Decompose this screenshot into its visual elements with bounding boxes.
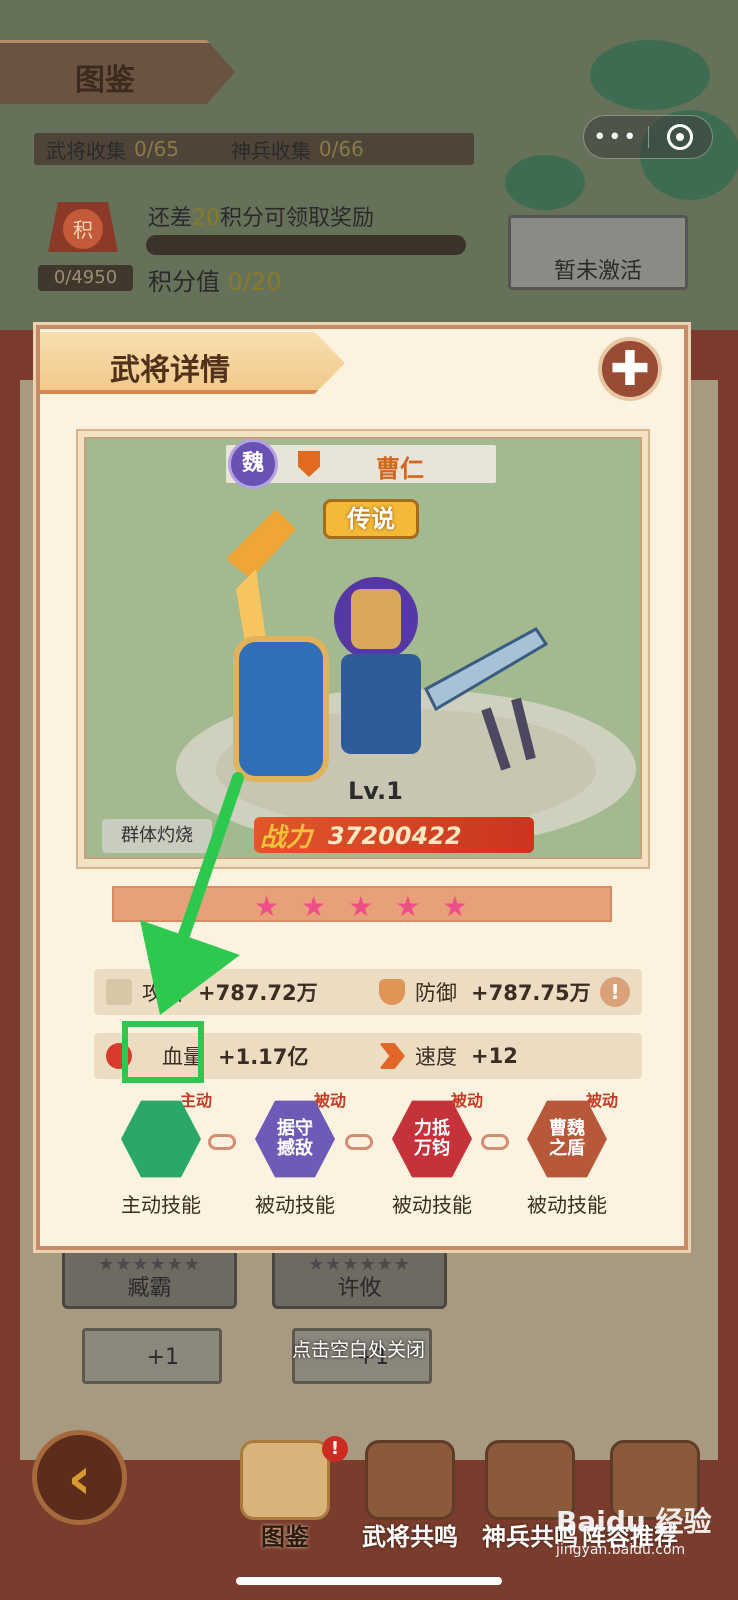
reward-progress-bar (146, 235, 466, 255)
nav-item-general-resonance[interactable]: 武将共鸣 (355, 1440, 465, 1551)
chain-icon (481, 1134, 509, 1150)
mini-program-capsule: ••• (583, 115, 713, 159)
generals-label: 武将收集 (46, 138, 126, 163)
points-label: 积分值 (148, 268, 220, 296)
stat-value: +787.75万 (471, 981, 591, 1005)
stat-label: 防御 (415, 981, 457, 1005)
bg-hero-card: ★★★★★★ 许攸 (272, 1245, 447, 1309)
bg-plus-box: +1 (82, 1328, 222, 1384)
watermark-brand: Baidu 经验 (556, 1505, 712, 1538)
score-count: 0/4950 (38, 265, 133, 291)
nav-item-codex[interactable]: ! 图鉴 (230, 1436, 348, 1551)
skill-label: 被动技能 (255, 1193, 335, 1217)
page-title-ribbon: 图鉴 (0, 40, 235, 104)
close-button[interactable]: ✚ (598, 337, 662, 401)
codex-icon (240, 1440, 330, 1520)
star-icons: ★★★★★ (254, 890, 490, 923)
skill-passive-2[interactable]: 被动 力抵 万钧 被动技能 (377, 1091, 487, 1218)
rarity-badge: 传说 (323, 499, 419, 539)
modal-title-ribbon: 武将详情 (40, 332, 345, 394)
reward-text: 还差20积分可领取奖励 (148, 200, 374, 232)
reward-points: 20 (192, 206, 221, 231)
bg-card-name: 臧霸 (127, 1276, 172, 1301)
stat-label: 速度 (415, 1045, 457, 1069)
nav-label: 武将共鸣 (362, 1523, 458, 1551)
skill-active-icon (121, 1100, 201, 1178)
collection-bar: 武将收集 0/65 神兵收集 0/66 (34, 133, 474, 165)
bg-decor (505, 155, 585, 210)
page-title: 图鉴 (75, 63, 135, 98)
bg-plus-value: +1 (146, 1345, 179, 1370)
stat-value: +12 (471, 1044, 518, 1068)
score-badge-char: 积 (73, 218, 93, 242)
power-value: 37200422 (328, 822, 462, 850)
skill-passive-icon: 力抵 万钧 (392, 1100, 472, 1178)
power-label: 战力 (260, 823, 313, 853)
skill-badge: 被动 (585, 1091, 618, 1110)
back-icon: ‹ (67, 1443, 92, 1512)
hero-level: Lv.1 (348, 777, 403, 805)
info-icon[interactable]: ! (600, 977, 630, 1007)
skill-label: 主动技能 (121, 1193, 201, 1217)
skill-passive-icon: 曹魏 之盾 (527, 1100, 607, 1178)
tutorial-arrow-icon (140, 772, 244, 1015)
nav-label: 图鉴 (261, 1523, 309, 1551)
target-icon[interactable] (649, 124, 713, 150)
skill-passive-1[interactable]: 被动 据守 撼敌 被动技能 (240, 1091, 350, 1218)
reward-suffix: 积分可领取奖励 (220, 206, 375, 231)
stat-defense: 防御 +787.75万 (379, 969, 591, 1015)
chain-icon (345, 1134, 373, 1150)
hero-name: 曹仁 (376, 455, 424, 483)
bg-decor (590, 40, 710, 110)
highlight-box (122, 1021, 204, 1083)
watermark-site: jingyan.baidu.com (556, 1542, 686, 1558)
inactive-label: 暂未激活 (553, 259, 642, 284)
chain-icon (208, 1134, 236, 1150)
skill-badge: 主动 (179, 1091, 212, 1110)
back-button[interactable]: ‹ (32, 1430, 127, 1525)
skill-badge: 被动 (313, 1091, 346, 1110)
points-text: 积分值 0/20 (148, 262, 282, 297)
speed-icon (379, 1043, 405, 1069)
skill-label: 被动技能 (392, 1193, 472, 1217)
close-icon: ✚ (609, 341, 651, 397)
stat-value: +1.17亿 (218, 1045, 309, 1069)
modal-title: 武将详情 (110, 353, 230, 388)
more-dots-icon[interactable]: ••• (584, 125, 648, 150)
faction-badge: 魏 (228, 439, 278, 489)
stat-speed: 速度 +12 (379, 1033, 518, 1079)
skill-active[interactable]: 主动 主动技能 (106, 1091, 216, 1218)
skill-badge: 被动 (450, 1091, 483, 1110)
skill-passive-3[interactable]: 被动 曹魏 之盾 被动技能 (512, 1091, 622, 1218)
watermark: Baidu 经验 jingyan.baidu.com (556, 1500, 712, 1558)
weapons-label: 神兵收集 (230, 138, 311, 163)
points-value: 0/20 (227, 268, 282, 296)
skill-passive-icon: 据守 撼敌 (255, 1100, 335, 1178)
score-bag-icon: 积 (48, 202, 118, 252)
reward-prefix: 还差 (148, 206, 193, 231)
skill-label: 被动技能 (527, 1193, 607, 1217)
inactive-reward-box: 暂未激活 (508, 215, 688, 290)
home-indicator[interactable] (236, 1577, 502, 1585)
bg-card-name: 许攸 (337, 1276, 382, 1301)
weapons-value: 0/66 (318, 137, 364, 161)
notify-badge: ! (322, 1436, 348, 1462)
close-hint[interactable]: 点击空白处关闭 (292, 1335, 425, 1362)
general-resonance-icon (365, 1440, 455, 1520)
generals-value: 0/65 (134, 137, 179, 161)
bg-hero-card: ★★★★★★ 臧霸 (62, 1245, 237, 1309)
shield-icon (379, 979, 405, 1005)
